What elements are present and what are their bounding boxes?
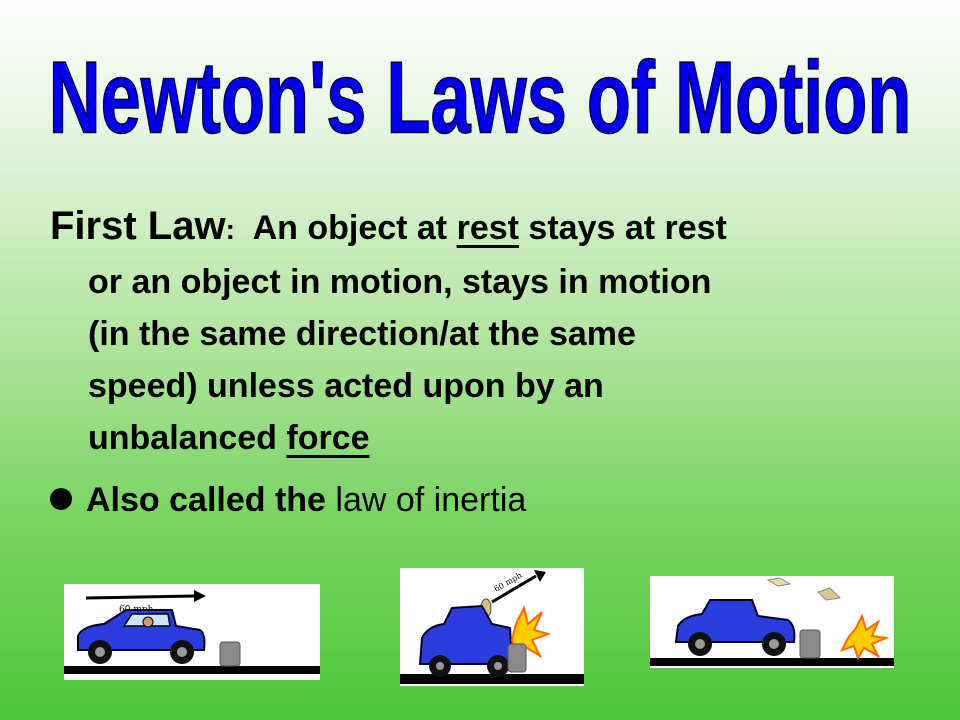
first-law-line-2: or an object in motion, stays in motion [88, 263, 712, 301]
ground-line [400, 674, 584, 684]
car-moving-drawing: 60 mph [64, 590, 320, 674]
slide: Newton's Laws of Motion First Law: An ob… [0, 0, 960, 720]
car-icon [77, 609, 206, 664]
inertia-bullet: Also called the law of inertia [50, 474, 930, 526]
explosion-icon [840, 613, 890, 661]
bullet-normal-text: law of inertia [335, 481, 527, 519]
bullet-dot-icon [50, 488, 72, 511]
car-crash-drawing: 60 mph [400, 570, 584, 684]
bullet-bold-text: Also called the [86, 481, 326, 519]
first-law-line-5: unbalanced force [50, 412, 930, 464]
first-law-line-3: (in the same direction/at the same [88, 315, 636, 353]
title-text: Newton's Laws of Motion [49, 40, 912, 154]
trash-can-icon [219, 641, 241, 667]
slide-title: Newton's Laws of Motion [48, 39, 912, 155]
first-law-text-1: An object at [252, 209, 448, 247]
first-law-paragraph: First Law: An object at rest stays at re… [50, 200, 930, 464]
first-law-line-4: speed) unless acted upon by an [88, 367, 604, 405]
after-crash-drawing [650, 577, 894, 666]
flying-debris-icon [766, 577, 842, 601]
speed-arrow-head-icon [194, 590, 206, 602]
trash-can-icon [507, 643, 527, 673]
word-force: force [286, 419, 370, 457]
illustration-after-crash [650, 576, 894, 668]
first-law-text-2: stays at rest [528, 209, 727, 247]
trash-can-icon [799, 629, 821, 659]
first-law-colon: : [225, 214, 235, 245]
word-rest: rest [456, 209, 519, 247]
speed-arrow-shaft [85, 594, 195, 600]
car-icon [674, 599, 796, 656]
crashed-car-icon [418, 604, 514, 677]
illustration-car-moving: 60 mph [64, 584, 320, 680]
first-law-text-6: unbalanced [88, 419, 277, 457]
speed-label-2: 60 mph [493, 571, 524, 594]
first-law-label: First Law [50, 204, 226, 248]
ground-line [64, 666, 320, 674]
illustration-car-crash: 60 mph [400, 568, 584, 686]
